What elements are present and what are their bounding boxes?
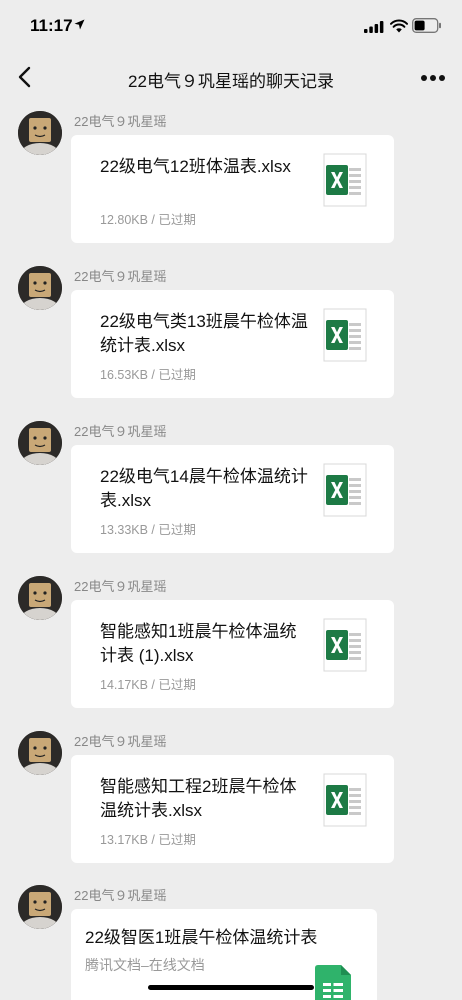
avatar-image xyxy=(18,421,62,465)
sender-name: 22电气９巩星瑶 xyxy=(74,269,167,284)
wifi-icon xyxy=(390,19,408,33)
excel-file-icon xyxy=(323,153,367,207)
avatar-image xyxy=(18,266,62,310)
avatar[interactable] xyxy=(18,111,62,155)
file-meta: 14.17KB / 已过期 xyxy=(100,678,196,692)
file-meta: 13.33KB / 已过期 xyxy=(100,523,196,537)
sender-name: 22电气９巩星瑶 xyxy=(74,734,167,749)
chevron-left-icon[interactable] xyxy=(14,65,36,89)
excel-file-icon xyxy=(323,618,367,672)
file-card[interactable]: 22级电气类13班晨午检体温统计表.xlsx 16.53KB / 已过期 xyxy=(71,290,394,398)
location-arrow-icon xyxy=(74,19,85,30)
avatar-image xyxy=(18,885,62,929)
avatar-image xyxy=(18,111,62,155)
page-title: 22电气９巩星瑶的聊天记录 xyxy=(128,72,334,91)
file-name: 智能感知工程2班晨午检体温统计表.xlsx xyxy=(100,777,297,820)
chat-history-list[interactable]: 22电气９巩星瑶 22级电气12班体温表.xlsx 12.80KB / 已过期 xyxy=(0,102,462,1000)
battery-icon xyxy=(412,18,441,33)
doc-title: 22级智医1班晨午检体温统计表 xyxy=(85,928,318,947)
home-indicator[interactable] xyxy=(148,985,314,990)
doc-source: 腾讯文档–在线文档 xyxy=(85,957,205,973)
status-time: 11:17 xyxy=(30,16,73,35)
sender-name: 22电气９巩星瑶 xyxy=(74,424,167,439)
more-dots-icon[interactable] xyxy=(420,74,446,82)
file-card[interactable]: 22级电气12班体温表.xlsx 12.80KB / 已过期 xyxy=(71,135,394,243)
file-name: 智能感知1班晨午检体温统计表 (1).xlsx xyxy=(100,622,297,665)
sender-name: 22电气９巩星瑶 xyxy=(74,579,167,594)
file-card[interactable]: 22级电气14晨午检体温统计表.xlsx 13.33KB / 已过期 xyxy=(71,445,394,553)
avatar-image xyxy=(18,731,62,775)
file-name: 22级电气12班体温表.xlsx xyxy=(100,157,291,176)
file-card[interactable]: 智能感知1班晨午检体温统计表 (1).xlsx 14.17KB / 已过期 xyxy=(71,600,394,708)
sender-name: 22电气９巩星瑶 xyxy=(74,114,167,129)
file-name: 22级电气类13班晨午检体温统计表.xlsx xyxy=(100,312,308,355)
navigation-bar: 22电气９巩星瑶的聊天记录 xyxy=(0,52,462,102)
file-meta: 16.53KB / 已过期 xyxy=(100,368,196,382)
excel-file-icon xyxy=(323,463,367,517)
avatar[interactable] xyxy=(18,421,62,465)
cellular-signal-icon xyxy=(364,21,384,33)
avatar[interactable] xyxy=(18,885,62,929)
file-meta: 13.17KB / 已过期 xyxy=(100,833,196,847)
excel-file-icon xyxy=(323,308,367,362)
avatar-image xyxy=(18,576,62,620)
sender-name: 22电气９巩星瑶 xyxy=(74,888,167,903)
avatar[interactable] xyxy=(18,731,62,775)
avatar[interactable] xyxy=(18,576,62,620)
file-name: 22级电气14晨午检体温统计表.xlsx xyxy=(100,467,308,510)
avatar[interactable] xyxy=(18,266,62,310)
file-meta: 12.80KB / 已过期 xyxy=(100,213,196,227)
file-card[interactable]: 智能感知工程2班晨午检体温统计表.xlsx 13.17KB / 已过期 xyxy=(71,755,394,863)
status-bar: 11:17 xyxy=(0,0,462,52)
excel-file-icon xyxy=(323,773,367,827)
tencent-sheet-icon xyxy=(315,965,351,1000)
